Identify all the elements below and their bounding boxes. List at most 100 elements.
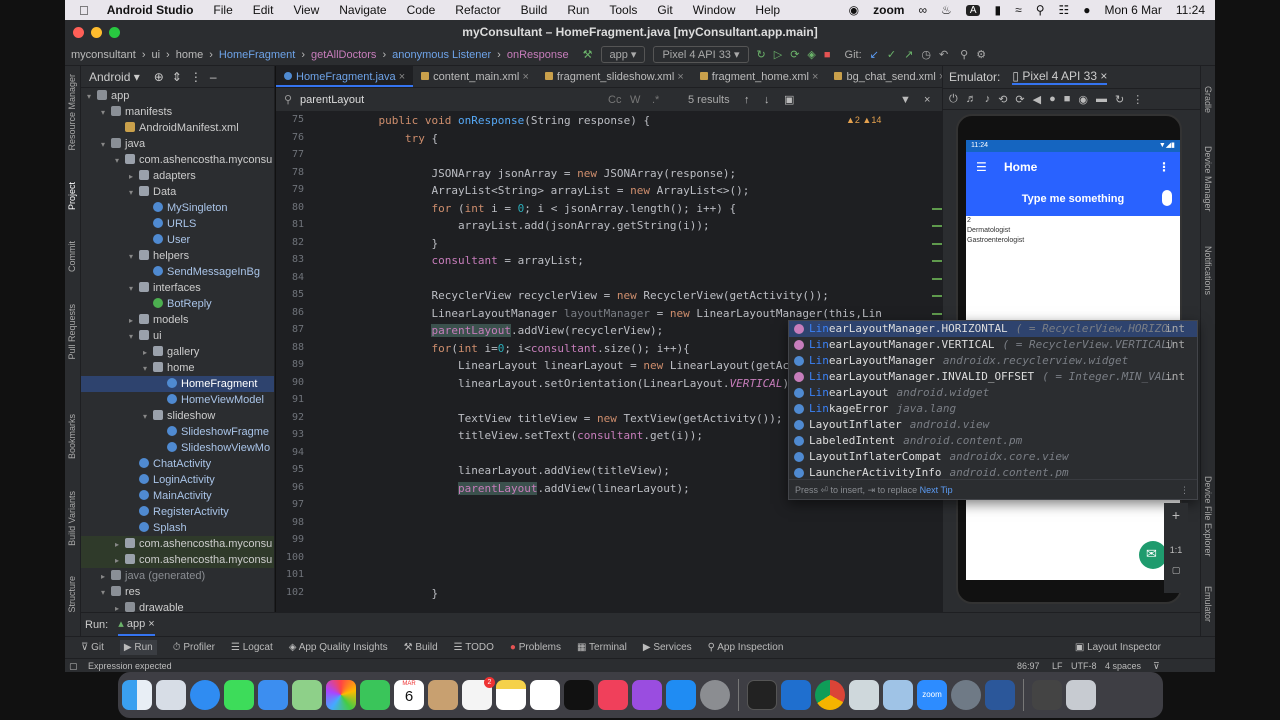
- battery-icon[interactable]: ▮: [994, 3, 1001, 17]
- problems-tool[interactable]: ● Problems: [510, 642, 561, 653]
- run-tool[interactable]: ▶ Run: [119, 640, 157, 655]
- status-toggle-icon[interactable]: ▢: [69, 661, 78, 671]
- microphone-icon[interactable]: [1162, 190, 1172, 206]
- zoom-in-button[interactable]: +: [1164, 507, 1188, 523]
- git-push-icon[interactable]: ↗: [904, 48, 913, 61]
- select-all-icon[interactable]: ▣: [784, 93, 794, 106]
- record-icon[interactable]: ◉: [849, 3, 859, 17]
- siri-icon[interactable]: ●: [1083, 3, 1090, 17]
- layout-inspector-tool[interactable]: ▣ Layout Inspector: [1075, 642, 1161, 653]
- chevron-right-icon[interactable]: ▸: [129, 313, 139, 329]
- quicktime-icon[interactable]: [951, 680, 981, 710]
- tree-item[interactable]: HomeViewModel: [81, 392, 274, 408]
- overflow-menu-icon[interactable]: ⋮: [1158, 152, 1170, 182]
- zoom-ratio-button[interactable]: 1:1: [1164, 545, 1188, 555]
- zoom-window-button[interactable]: [109, 27, 120, 38]
- chevron-right-icon[interactable]: ▸: [115, 537, 125, 553]
- hamburger-menu-icon[interactable]: ☰: [976, 152, 987, 182]
- menu-help[interactable]: Help: [755, 3, 780, 17]
- code-line[interactable]: arrayList.add(jsonArray.getString(i));: [352, 219, 710, 232]
- launchpad-icon[interactable]: [156, 680, 186, 710]
- notifications-tab[interactable]: Notifications: [1203, 246, 1213, 295]
- menu-code[interactable]: Code: [407, 3, 436, 17]
- code-line[interactable]: try {: [352, 132, 438, 145]
- menu-window[interactable]: Window: [693, 3, 736, 17]
- breadcrumb-project[interactable]: myconsultant: [71, 49, 136, 61]
- android-view-select[interactable]: Android ▾: [89, 70, 140, 84]
- tree-item[interactable]: ChatActivity: [81, 456, 274, 472]
- close-run-tab-icon[interactable]: ×: [148, 618, 154, 630]
- structure-tab[interactable]: Structure: [67, 576, 77, 613]
- notes-icon[interactable]: [496, 680, 526, 710]
- indent-setting[interactable]: 4 spaces: [1105, 659, 1141, 673]
- device-manager-tab[interactable]: Device Manager: [1203, 146, 1213, 212]
- code-line[interactable]: titleView.setText(consultant.get(i));: [352, 429, 703, 442]
- app-menu[interactable]: Android Studio: [107, 3, 194, 17]
- line-separator[interactable]: LF: [1052, 659, 1063, 673]
- fit-screen-icon[interactable]: ▢: [1164, 565, 1188, 576]
- tab-bg-chat-send[interactable]: bg_chat_send.xml ×: [826, 66, 942, 87]
- chevron-right-icon[interactable]: ▸: [101, 569, 111, 585]
- git-branch-icon[interactable]: ⊽: [1153, 659, 1160, 673]
- tree-item[interactable]: ▾ ui: [81, 328, 274, 344]
- build-tool[interactable]: ⚒ Build: [404, 642, 438, 653]
- chevron-down-icon[interactable]: ▾: [129, 281, 139, 297]
- code-line[interactable]: linearLayout.addView(titleView);: [352, 464, 670, 477]
- tree-item[interactable]: ▾ app: [81, 88, 274, 104]
- git-update-icon[interactable]: ↙: [870, 48, 879, 61]
- profiler-tool[interactable]: ⏱ Profiler: [173, 642, 215, 653]
- words-toggle[interactable]: W: [630, 94, 640, 106]
- close-find-icon[interactable]: ×: [924, 94, 930, 106]
- close-tab-icon[interactable]: ×: [399, 71, 405, 83]
- tree-item[interactable]: ▸ com.ashencostha.myconsu: [81, 552, 274, 568]
- close-window-button[interactable]: [73, 27, 84, 38]
- prev-match-icon[interactable]: ↑: [744, 94, 750, 106]
- rotate-left-icon[interactable]: ⟲: [998, 93, 1007, 106]
- tree-item[interactable]: ▸ models: [81, 312, 274, 328]
- chevron-down-icon[interactable]: ▾: [143, 409, 153, 425]
- code-line[interactable]: }: [352, 237, 438, 250]
- rollback-icon[interactable]: ↶: [939, 48, 948, 61]
- chrome-icon[interactable]: [815, 680, 845, 710]
- completion-item[interactable]: LayoutInflater android.view: [789, 417, 1197, 433]
- tree-item[interactable]: SlideshowFragme: [81, 424, 274, 440]
- voice-input-box[interactable]: Type me something: [966, 182, 1180, 216]
- emulator-tab[interactable]: Emulator: [1203, 586, 1213, 622]
- profile-icon[interactable]: ⟳: [790, 48, 799, 61]
- tree-item[interactable]: AndroidManifest.xml: [81, 120, 274, 136]
- tree-item[interactable]: SendMessageInBg: [81, 264, 274, 280]
- chevron-down-icon[interactable]: ▾: [87, 89, 97, 105]
- facetime-icon[interactable]: [360, 680, 390, 710]
- tree-item[interactable]: LoginActivity: [81, 472, 274, 488]
- tree-item[interactable]: ▸ adapters: [81, 168, 274, 184]
- match-case-toggle[interactable]: Cc: [608, 94, 621, 106]
- rotate-right-icon[interactable]: ⟳: [1015, 93, 1024, 106]
- rerun-icon[interactable]: ↻: [757, 48, 766, 61]
- hide-panel-icon[interactable]: –: [210, 70, 217, 84]
- next-match-icon[interactable]: ↓: [764, 94, 770, 106]
- tab-content-main[interactable]: content_main.xml ×: [413, 66, 537, 87]
- code-line[interactable]: TextView titleView = new TextView(getAct…: [352, 412, 783, 425]
- close-tab-icon[interactable]: ×: [522, 71, 528, 83]
- close-emulator-tab-icon[interactable]: ×: [1100, 69, 1107, 83]
- tree-item[interactable]: RegisterActivity: [81, 504, 274, 520]
- code-line[interactable]: LinearLayout linearLayout = new LinearLa…: [352, 359, 842, 372]
- code-line[interactable]: consultant = arrayList;: [352, 254, 583, 267]
- device-select[interactable]: Pixel 4 API 33 ▾: [653, 46, 749, 63]
- tree-item[interactable]: ▾ interfaces: [81, 280, 274, 296]
- pull-requests-tab[interactable]: Pull Requests: [67, 304, 77, 360]
- preview-icon[interactable]: [883, 680, 913, 710]
- completion-item[interactable]: LabeledIntent android.content.pm: [789, 433, 1197, 449]
- reminders-icon[interactable]: 2: [462, 677, 495, 710]
- tree-item[interactable]: ▾ com.ashencostha.myconsu: [81, 152, 274, 168]
- stop-icon[interactable]: ■: [824, 49, 831, 61]
- maps-icon[interactable]: [292, 680, 322, 710]
- tree-item[interactable]: SlideshowViewMo: [81, 440, 274, 456]
- todo-tool[interactable]: ☰ TODO: [454, 642, 494, 653]
- breadcrumb-homefragment[interactable]: HomeFragment: [219, 49, 295, 61]
- app-store-icon[interactable]: [666, 680, 696, 710]
- code-line[interactable]: ArrayList<String> arrayList = new ArrayL…: [352, 184, 749, 197]
- terminal-icon[interactable]: [747, 680, 777, 710]
- project-tab[interactable]: Project: [67, 182, 77, 210]
- code-line[interactable]: for(int i=0; i<consultant.size(); i++){: [352, 342, 689, 355]
